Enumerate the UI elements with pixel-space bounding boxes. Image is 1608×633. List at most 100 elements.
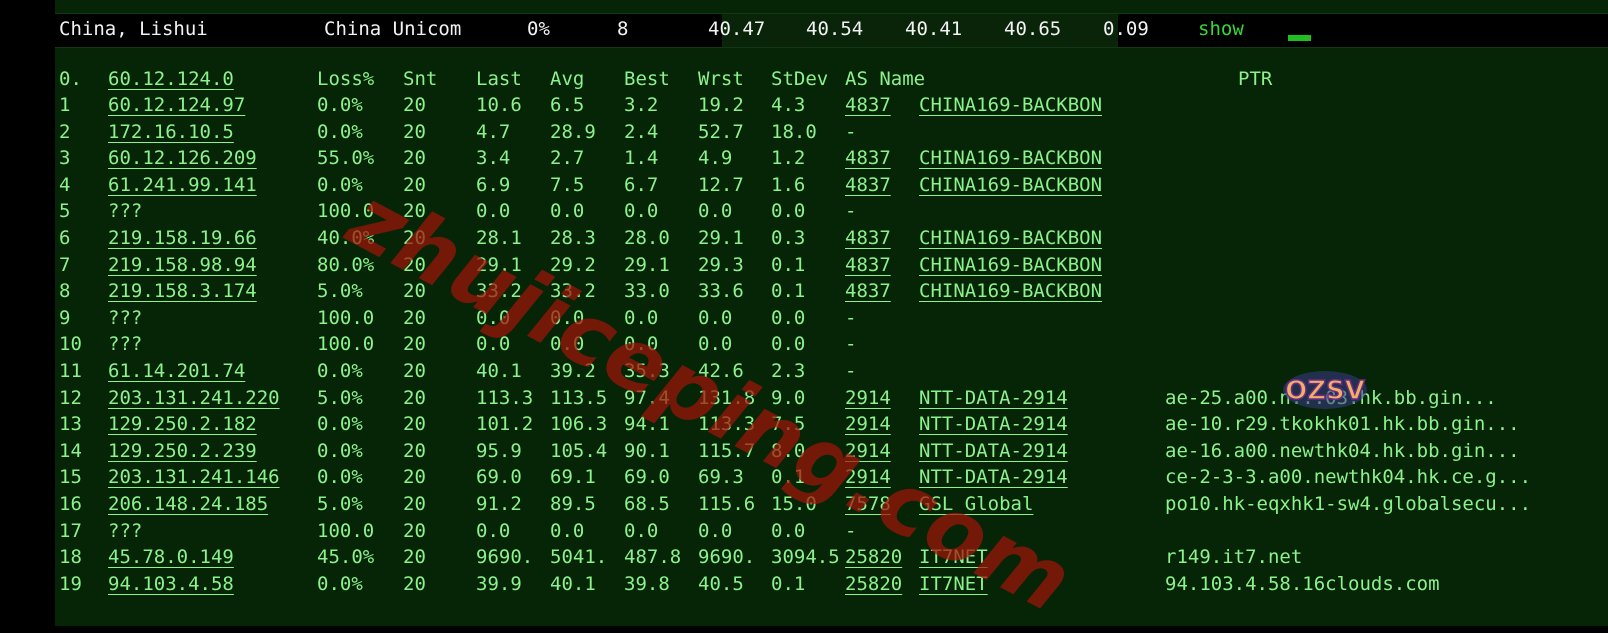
- hop-asname-link[interactable]: NTT-DATA-2914: [919, 440, 1068, 462]
- hop-asn-link[interactable]: 4837: [845, 174, 891, 196]
- hop-ptr: ae-10.r29.tkokhk01.hk.bb.gin...: [1165, 413, 1520, 436]
- hop-avg: 89.5: [550, 493, 596, 515]
- hop-asname-link[interactable]: CHINA169-BACKBON: [919, 94, 1102, 116]
- hop-wrst: 69.3: [698, 466, 744, 489]
- hop-stdev: 15.0: [771, 493, 817, 515]
- hop-ip-link[interactable]: 219.158.3.174: [108, 280, 257, 302]
- hop-loss: 100.0: [317, 519, 375, 542]
- hop-asn-link[interactable]: 25820: [845, 546, 902, 568]
- hop-asn-link[interactable]: 4837: [845, 94, 891, 116]
- hop-index: 16: [59, 493, 82, 515]
- hop-asn-link[interactable]: 2914: [845, 387, 891, 409]
- hop-wrst: 0.0: [698, 200, 733, 223]
- hop-ip-link: ???: [108, 306, 143, 329]
- hop-stdev: 4.3: [771, 94, 806, 116]
- hop-last: 0.0: [476, 519, 511, 542]
- hop-asn-link: -: [845, 519, 857, 542]
- hop-ip-link[interactable]: 172.16.10.5: [108, 121, 234, 143]
- hop-asname-link[interactable]: NTT-DATA-2914: [919, 387, 1068, 409]
- hop-asn-link[interactable]: 4837: [845, 254, 891, 276]
- hop-asn-link[interactable]: 2914: [845, 440, 891, 462]
- hop-asn-link[interactable]: 4837: [845, 147, 891, 169]
- trace-panel: [55, 0, 1608, 626]
- hop-ip-link[interactable]: 203.131.241.146: [108, 466, 280, 488]
- header-dest-ip[interactable]: 60.12.124.0: [108, 68, 234, 90]
- hop-snt: 20: [403, 173, 426, 196]
- hop-stdev: 3094.5: [771, 546, 840, 569]
- header-avg: Avg: [550, 68, 585, 90]
- hop-stdev: 0.1: [771, 572, 806, 595]
- hop-ip-link: ???: [108, 333, 143, 356]
- hop-asname-link[interactable]: CHINA169-BACKBON: [919, 254, 1102, 276]
- hop-stdev: 2.3: [771, 360, 806, 382]
- hop-ip-link[interactable]: 129.250.2.239: [108, 440, 257, 462]
- hop-loss: 100.0: [317, 306, 375, 329]
- hop-ip-link[interactable]: 94.103.4.58: [108, 573, 234, 595]
- hop-ptr: ae-25.a00.n...03.hk.bb.gin...: [1165, 386, 1497, 409]
- hop-asname-link[interactable]: GSL Global: [919, 493, 1033, 515]
- hop-last: 0.0: [476, 200, 511, 223]
- hop-ip-link[interactable]: 203.131.241.220: [108, 387, 280, 409]
- hop-loss: 0.0%: [317, 173, 363, 196]
- hop-ip-link[interactable]: 61.241.99.141: [108, 174, 257, 196]
- hop-ip-link[interactable]: 129.250.2.182: [108, 413, 257, 435]
- hop-index: 13: [59, 413, 82, 436]
- hop-best: 3.2: [624, 94, 659, 116]
- hop-avg: 106.3: [550, 413, 608, 436]
- hop-asn-link: -: [845, 306, 857, 329]
- hop-ip-link[interactable]: 61.14.201.74: [108, 360, 245, 382]
- hop-loss: 5.0%: [317, 386, 363, 409]
- hop-avg: 28.3: [550, 227, 596, 249]
- hop-wrst: 4.9: [698, 147, 733, 170]
- hop-wrst: 113.3: [698, 413, 756, 436]
- hop-loss: 0.0%: [317, 439, 363, 462]
- hop-avg: 40.1: [550, 572, 596, 595]
- hop-ip-link[interactable]: 219.158.98.94: [108, 254, 257, 276]
- hop-snt: 20: [403, 280, 426, 303]
- hop-ip-link[interactable]: 45.78.0.149: [108, 546, 234, 568]
- hop-asname-link[interactable]: NTT-DATA-2914: [919, 466, 1068, 488]
- hop-asname-link[interactable]: CHINA169-BACKBON: [919, 147, 1102, 169]
- header-ptr: PTR: [1238, 68, 1273, 90]
- hop-snt: 20: [403, 572, 426, 595]
- hop-asn-link[interactable]: 4837: [845, 280, 891, 302]
- hop-ip-link[interactable]: 206.148.24.185: [108, 493, 268, 515]
- hop-asn-link[interactable]: 7578: [845, 493, 891, 515]
- header-best: Best: [624, 68, 670, 90]
- hop-index: 6: [59, 227, 71, 249]
- hop-snt: 20: [403, 227, 426, 249]
- hop-index: 1: [59, 94, 71, 116]
- hop-stdev: 1.6: [771, 173, 806, 196]
- show-link[interactable]: show: [1198, 18, 1244, 40]
- header-as-name: AS Name: [845, 68, 926, 90]
- hop-asn-link[interactable]: 2914: [845, 413, 891, 435]
- hop-wrst: 29.3: [698, 253, 744, 276]
- hop-stdev: 8.0: [771, 439, 806, 462]
- hop-ip-link[interactable]: 219.158.19.66: [108, 227, 257, 249]
- hop-loss: 0.0%: [317, 466, 363, 489]
- hop-stdev: 0.1: [771, 466, 806, 489]
- hop-asname-link[interactable]: CHINA169-BACKBON: [919, 227, 1102, 249]
- hop-asname-link[interactable]: CHINA169-BACKBON: [919, 174, 1102, 196]
- hop-asname-link[interactable]: CHINA169-BACKBON: [919, 280, 1102, 302]
- hop-loss: 0.0%: [317, 94, 363, 116]
- hop-avg: 105.4: [550, 439, 608, 462]
- hop-best: 0.0: [624, 200, 659, 223]
- hop-snt: 20: [403, 386, 426, 409]
- hop-asname-link[interactable]: IT7NET: [919, 573, 988, 595]
- hop-last: 101.2: [476, 413, 534, 436]
- hop-asn-link[interactable]: 2914: [845, 466, 891, 488]
- hop-wrst: 0.0: [698, 519, 733, 542]
- hop-asname-link[interactable]: NTT-DATA-2914: [919, 413, 1068, 435]
- hop-wrst: 115.7: [698, 439, 756, 462]
- hop-loss: 5.0%: [317, 493, 363, 515]
- hop-best: 29.1: [624, 253, 670, 276]
- hop-best: 1.4: [624, 147, 659, 170]
- hop-ip-link[interactable]: 60.12.126.209: [108, 147, 257, 169]
- hop-last: 10.6: [476, 94, 522, 116]
- hop-asname-link[interactable]: IT7NET: [919, 546, 988, 568]
- hop-loss: 0.0%: [317, 120, 363, 143]
- hop-asn-link[interactable]: 25820: [845, 573, 902, 595]
- hop-asn-link[interactable]: 4837: [845, 227, 891, 249]
- hop-ip-link[interactable]: 60.12.124.97: [108, 94, 245, 116]
